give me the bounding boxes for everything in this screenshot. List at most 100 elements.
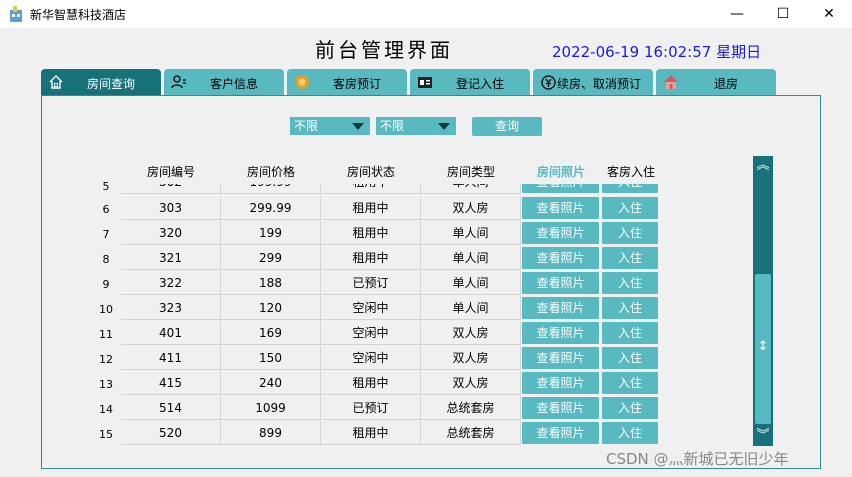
user-icon xyxy=(170,73,188,91)
check-in-button[interactable]: 入住 xyxy=(602,422,658,444)
row-number: 13 xyxy=(99,378,113,391)
filter-dropdown-1-value: 不限 xyxy=(294,119,319,133)
view-photo-button[interactable]: 查看照片 xyxy=(522,272,599,294)
view-photo-button[interactable]: 查看照片 xyxy=(522,347,599,369)
table-row[interactable]: 303 299.99 租用中 双人房 查看照片 入住 xyxy=(121,196,662,221)
window-title: 新华智慧科技酒店 xyxy=(30,8,127,22)
type-cell: 单人间 xyxy=(421,271,521,295)
price-cell: 299 xyxy=(221,246,321,270)
table-row[interactable]: 302 199.99 租用中 单人间 查看照片 入住 xyxy=(121,184,662,195)
tab-label: 续房、取消预订 xyxy=(557,77,642,91)
scrollbar-thumb[interactable]: ↕ xyxy=(755,274,771,424)
check-in-button[interactable]: 入住 xyxy=(602,247,658,269)
room-number-cell: 321 xyxy=(121,246,221,270)
table-row[interactable]: 514 1099 已预订 总统套房 查看照片 入住 xyxy=(121,396,662,421)
price-cell: 899 xyxy=(221,421,321,445)
row-number: 12 xyxy=(99,353,113,366)
view-photo-button[interactable]: 查看照片 xyxy=(522,422,599,444)
scroll-down-icon[interactable]: ︾ xyxy=(755,428,771,444)
table-row[interactable]: 520 899 租用中 总统套房 查看照片 入住 xyxy=(121,421,662,446)
column-header-price[interactable]: 房间价格 xyxy=(221,163,321,180)
view-photo-button[interactable]: 查看照片 xyxy=(522,247,599,269)
column-header-status[interactable]: 房间状态 xyxy=(321,163,421,180)
price-cell: 199 xyxy=(221,221,321,245)
check-in-button[interactable]: 入住 xyxy=(602,322,658,344)
check-in-button[interactable]: 入住 xyxy=(602,222,658,244)
tab-extend-cancel[interactable]: 续房、取消预订 xyxy=(533,69,653,95)
minimize-button[interactable]: — xyxy=(714,0,760,28)
checkout-house-icon xyxy=(662,73,680,91)
table-scrollbar[interactable]: ︽ ↕ ︾ xyxy=(753,156,773,446)
view-photo-button[interactable]: 查看照片 xyxy=(522,372,599,394)
app-icon xyxy=(10,6,22,22)
column-header-checkin[interactable]: 客房入住 xyxy=(601,163,661,180)
filter-dropdown-2[interactable]: 不限 xyxy=(376,117,456,135)
room-number-cell: 411 xyxy=(121,346,221,370)
tab-room-query[interactable]: 房间查询 xyxy=(41,69,161,95)
view-photo-button[interactable]: 查看照片 xyxy=(522,197,599,219)
view-photo-button[interactable]: 查看照片 xyxy=(522,297,599,319)
table-row[interactable]: 320 199 租用中 单人间 查看照片 入住 xyxy=(121,221,662,246)
row-number: 15 xyxy=(99,428,113,441)
filter-dropdown-1[interactable]: 不限 xyxy=(290,117,370,135)
table-row[interactable]: 323 120 空闲中 单人间 查看照片 入住 xyxy=(121,296,662,321)
house-icon xyxy=(47,73,65,91)
tab-checkout[interactable]: 退房 xyxy=(656,69,776,95)
row-number: 8 xyxy=(102,253,110,266)
column-header-type[interactable]: 房间类型 xyxy=(421,163,521,180)
status-cell: 租用中 xyxy=(321,246,421,270)
view-photo-button[interactable]: 查看照片 xyxy=(522,322,599,344)
type-cell: 总统套房 xyxy=(421,396,521,420)
status-cell: 空闲中 xyxy=(321,321,421,345)
room-number-cell: 323 xyxy=(121,296,221,320)
check-in-button[interactable]: 入住 xyxy=(602,184,658,193)
room-number-cell: 415 xyxy=(121,371,221,395)
row-number: 11 xyxy=(99,328,113,341)
check-in-button[interactable]: 入住 xyxy=(602,197,658,219)
check-in-button[interactable]: 入住 xyxy=(602,347,658,369)
close-button[interactable]: ✕ xyxy=(806,0,852,28)
row-number: 9 xyxy=(102,278,110,291)
row-number: 14 xyxy=(99,403,113,416)
currency-icon xyxy=(539,73,557,91)
room-table: 302 199.99 租用中 单人间 查看照片 入住 303 299.99 租用… xyxy=(121,184,662,447)
tab-room-booking[interactable]: 客房预订 xyxy=(287,69,407,95)
status-cell: 空闲中 xyxy=(321,346,421,370)
table-row[interactable]: 401 169 空闲中 双人房 查看照片 入住 xyxy=(121,321,662,346)
column-header-photo[interactable]: 房间照片 xyxy=(521,163,601,180)
status-cell: 租用中 xyxy=(321,371,421,395)
column-header-room-number[interactable]: 房间编号 xyxy=(121,163,221,180)
query-button[interactable]: 查询 xyxy=(472,117,542,136)
tab-label: 退房 xyxy=(714,77,739,91)
table-row[interactable]: 322 188 已预订 单人间 查看照片 入住 xyxy=(121,271,662,296)
filter-dropdown-2-value: 不限 xyxy=(380,119,405,133)
view-photo-button[interactable]: 查看照片 xyxy=(522,397,599,419)
maximize-button[interactable]: ☐ xyxy=(760,0,806,28)
tab-label: 客房预订 xyxy=(333,77,382,91)
check-in-button[interactable]: 入住 xyxy=(602,272,658,294)
tab-customer-info[interactable]: 客户信息 xyxy=(164,69,284,95)
table-row[interactable]: 321 299 租用中 单人间 查看照片 入住 xyxy=(121,246,662,271)
price-cell: 299.99 xyxy=(221,196,321,220)
view-photo-button[interactable]: 查看照片 xyxy=(522,184,599,193)
table-row[interactable]: 415 240 租用中 双人房 查看照片 入住 xyxy=(121,371,662,396)
room-number-cell: 520 xyxy=(121,421,221,445)
table-row[interactable]: 411 150 空闲中 双人房 查看照片 入住 xyxy=(121,346,662,371)
check-in-button[interactable]: 入住 xyxy=(602,372,658,394)
status-cell: 租用中 xyxy=(321,221,421,245)
type-cell: 双人房 xyxy=(421,371,521,395)
scroll-up-icon[interactable]: ︽ xyxy=(755,158,771,174)
price-cell: 188 xyxy=(221,271,321,295)
status-cell: 已预订 xyxy=(321,271,421,295)
tab-check-in[interactable]: 登记入住 xyxy=(410,69,530,95)
room-number-cell: 322 xyxy=(121,271,221,295)
view-photo-button[interactable]: 查看照片 xyxy=(522,222,599,244)
window-titlebar: 新华智慧科技酒店 — ☐ ✕ xyxy=(0,0,852,28)
type-cell: 总统套房 xyxy=(421,421,521,445)
type-cell: 单人间 xyxy=(421,296,521,320)
check-in-button[interactable]: 入住 xyxy=(602,397,658,419)
check-in-button[interactable]: 入住 xyxy=(602,297,658,319)
row-number: 10 xyxy=(99,303,113,316)
price-cell: 199.99 xyxy=(221,184,321,194)
status-cell: 租用中 xyxy=(321,421,421,445)
